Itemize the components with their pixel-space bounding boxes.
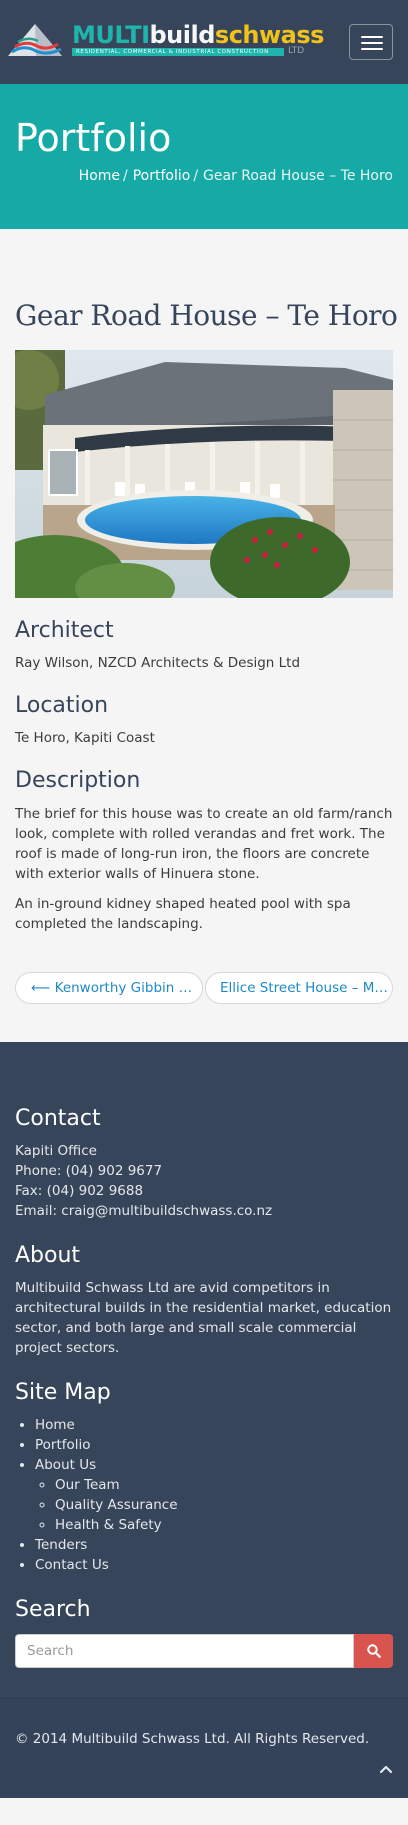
sitemap-link-home[interactable]: Home <box>35 1417 75 1433</box>
about-heading: About <box>15 1243 81 1268</box>
footer-about: About Multibuild Schwass Ltd are avid co… <box>15 1243 393 1358</box>
footer-bottom-bar: © 2014 Multibuild Schwass Ltd. All Right… <box>0 1698 408 1798</box>
search-form <box>15 1634 393 1668</box>
menu-toggle-button[interactable] <box>349 24 393 60</box>
sitemap-link-quality-assurance[interactable]: Quality Assurance <box>55 1497 178 1513</box>
chevron-up-icon <box>379 1765 393 1774</box>
page-title: Portfolio <box>15 116 172 160</box>
description-paragraph: The brief for this house was to create a… <box>15 806 393 882</box>
breadcrumb-home[interactable]: Home <box>79 168 120 184</box>
contact-fax: Fax: (04) 902 9688 <box>15 1183 144 1199</box>
list-item: Contact Us <box>35 1555 393 1575</box>
description-heading: Description <box>15 768 141 793</box>
pyramid-logo-icon <box>8 24 62 56</box>
project-photo <box>15 350 393 598</box>
breadcrumb-separator: / <box>193 168 199 184</box>
search-heading: Search <box>15 1597 91 1622</box>
architect-heading: Architect <box>15 618 114 643</box>
list-item: Tenders <box>35 1535 393 1555</box>
sitemap-link-about-us[interactable]: About Us <box>35 1457 96 1473</box>
footer-sitemap: Site Map Home Portfolio About Us Our Tea… <box>15 1380 393 1575</box>
logo-word-schwass: schwass <box>214 21 325 49</box>
list-item: Our Team <box>55 1475 393 1495</box>
list-item: Home <box>35 1415 393 1435</box>
location-heading: Location <box>15 693 109 718</box>
sitemap-list: Home Portfolio About Us Our Team Quality… <box>15 1415 393 1575</box>
back-to-top-button[interactable] <box>376 1759 396 1779</box>
main-content: Gear Road House – Te Horo Architect Ray … <box>0 299 408 1004</box>
architect-text: Ray Wilson, NZCD Architects & Design Ltd <box>15 655 301 671</box>
breadcrumb-current: Gear Road House – Te Horo <box>203 168 393 184</box>
copyright-text: © 2014 Multibuild Schwass Ltd. All Right… <box>15 1731 370 1747</box>
hamburger-icon-bar <box>361 48 383 50</box>
contact-office: Kapiti Office <box>15 1143 97 1159</box>
about-text: Multibuild Schwass Ltd are avid competit… <box>15 1280 392 1356</box>
footer-search: Search <box>15 1597 393 1668</box>
sitemap-link-portfolio[interactable]: Portfolio <box>35 1437 91 1453</box>
breadcrumb-portfolio[interactable]: Portfolio <box>133 168 191 184</box>
hamburger-icon <box>361 36 383 38</box>
logo-word-build: build <box>149 21 216 49</box>
previous-project-link[interactable]: ⟵ Kenworthy Gibbin H… <box>15 972 203 1004</box>
list-item: Health & Safety <box>55 1515 393 1535</box>
list-item: About Us Our Team Quality Assurance Heal… <box>35 1455 393 1535</box>
site-footer: Contact Kapiti Office Phone: (04) 902 96… <box>0 1042 408 1698</box>
page-banner: Portfolio Home / Portfolio / Gear Road House… <box>0 84 408 229</box>
hamburger-icon-bar <box>361 42 383 44</box>
description-paragraph: An in-ground kidney shaped heated pool w… <box>15 896 351 932</box>
contact-email[interactable]: Email: craig@multibuildschwass.co.nz <box>15 1201 393 1221</box>
search-icon <box>367 1644 381 1658</box>
site-header: MULTIbuildschwass RESIDENTIAL, COMMERCIA… <box>0 0 408 84</box>
logo-ltd: LTD <box>288 46 305 56</box>
contact-phone: Phone: (04) 902 9677 <box>15 1163 163 1179</box>
breadcrumb: Home / Portfolio / Gear Road House – Te Horo <box>79 168 393 184</box>
location-text: Te Horo, Kapiti Coast <box>15 730 155 746</box>
sitemap-heading: Site Map <box>15 1380 111 1405</box>
search-button[interactable] <box>354 1634 393 1668</box>
logo-wordmark: MULTIbuildschwass <box>72 21 324 49</box>
next-project-link[interactable]: Ellice Street House – M… <box>205 972 393 1004</box>
footer-contact: Contact Kapiti Office Phone: (04) 902 96… <box>15 1106 393 1221</box>
contact-heading: Contact <box>15 1106 101 1131</box>
breadcrumb-separator: / <box>123 168 128 184</box>
sitemap-link-health-safety[interactable]: Health & Safety <box>55 1517 162 1533</box>
sitemap-link-our-team[interactable]: Our Team <box>55 1477 120 1493</box>
sitemap-sublist: Our Team Quality Assurance Health & Safe… <box>35 1475 393 1535</box>
company-logo[interactable]: MULTIbuildschwass RESIDENTIAL, COMMERCIA… <box>6 18 324 62</box>
logo-word-multi: MULTI <box>72 21 150 49</box>
post-navigation: ⟵ Kenworthy Gibbin H… Ellice Street Hous… <box>15 972 393 1004</box>
sitemap-link-contact-us[interactable]: Contact Us <box>35 1557 109 1573</box>
logo-tagline: RESIDENTIAL, COMMERCIAL & INDUSTRIAL CON… <box>72 48 284 56</box>
sitemap-link-tenders[interactable]: Tenders <box>35 1537 87 1553</box>
house-pool-photo <box>15 350 393 598</box>
search-input[interactable] <box>15 1634 354 1668</box>
project-title: Gear Road House – Te Horo <box>15 299 398 332</box>
list-item: Quality Assurance <box>55 1495 393 1515</box>
list-item: Portfolio <box>35 1435 393 1455</box>
